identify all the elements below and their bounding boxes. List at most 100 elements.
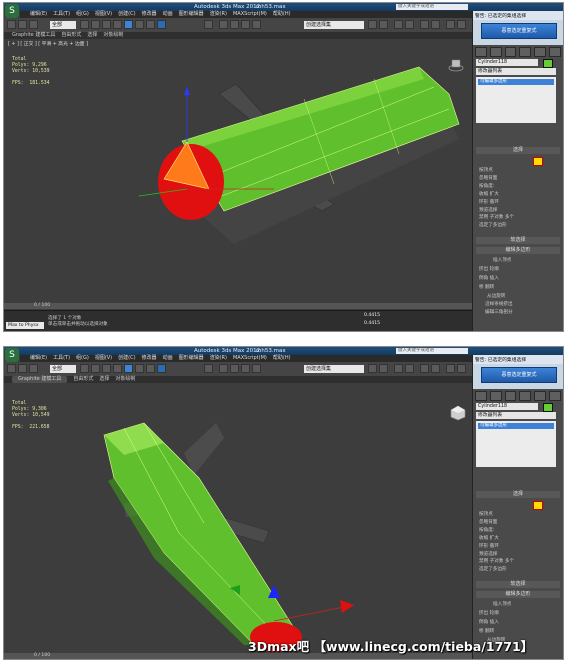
scale-icon[interactable] xyxy=(146,20,155,29)
redo-icon[interactable] xyxy=(18,364,27,373)
redo-icon[interactable] xyxy=(18,20,27,29)
material-editor-icon[interactable] xyxy=(446,20,455,29)
preview-options[interactable]: 禁用 子对象 多个 xyxy=(479,558,514,564)
menu-item[interactable]: 视图(V) xyxy=(95,355,112,362)
select-object-icon[interactable] xyxy=(80,20,89,29)
material-editor-icon[interactable] xyxy=(446,364,455,373)
motion-tab-icon[interactable] xyxy=(519,391,532,401)
edit-triangulation-button[interactable]: 编辑三角剖分 xyxy=(485,309,513,315)
ribbon-tab[interactable]: 自由形式 xyxy=(73,376,93,383)
undo-icon[interactable] xyxy=(7,20,16,29)
angle-snap-icon[interactable] xyxy=(230,20,239,29)
layer-icon[interactable] xyxy=(394,364,403,373)
hinge-button[interactable]: 从边旋转 xyxy=(487,293,505,299)
graphite-icon[interactable] xyxy=(405,20,414,29)
window-crossing-icon[interactable] xyxy=(113,20,122,29)
ribbon-tab[interactable]: 自由形式 xyxy=(61,32,81,39)
modify-tab-icon[interactable] xyxy=(489,47,502,57)
menu-item[interactable]: 图形编辑器 xyxy=(179,355,204,362)
polygon-mode-icon[interactable] xyxy=(533,157,543,166)
menu-item[interactable]: 动画 xyxy=(163,11,173,18)
create-tab-icon[interactable] xyxy=(475,47,487,57)
undo-icon[interactable] xyxy=(7,364,16,373)
menu-item[interactable]: 编辑(E) xyxy=(30,11,47,18)
hierarchy-tab-icon[interactable] xyxy=(504,47,517,57)
schematic-icon[interactable] xyxy=(431,20,440,29)
curve-editor-icon[interactable] xyxy=(420,20,429,29)
modify-tab-icon[interactable] xyxy=(489,391,502,401)
bevel-inset-buttons[interactable]: 倒角 插入 xyxy=(479,275,499,281)
menu-item[interactable]: 修改器 xyxy=(142,11,157,18)
ribbon-tab[interactable]: 选择 xyxy=(99,376,109,383)
ribbon-tab[interactable]: 选择 xyxy=(87,32,97,39)
menu-item[interactable]: 动画 xyxy=(163,355,173,362)
polygon-mode-icon[interactable] xyxy=(533,501,543,510)
ribbon-tab[interactable]: 对象绘制 xyxy=(103,32,123,39)
select-by-name-icon[interactable] xyxy=(91,20,100,29)
insert-vertex-button[interactable]: 插入顶点 xyxy=(493,257,511,263)
extrude-outline-buttons[interactable]: 挤出 轮廓 xyxy=(479,610,499,616)
rotate-icon[interactable] xyxy=(135,20,144,29)
maxscript-listener[interactable]: Max to Physx xyxy=(6,322,44,329)
modifier-list-dropdown[interactable]: 修改器列表 xyxy=(476,68,556,75)
snap-icon[interactable] xyxy=(219,364,228,373)
object-name-field[interactable]: Cylinder118 xyxy=(476,403,538,410)
ring-loop-buttons[interactable]: 环形 循环 xyxy=(479,543,499,549)
angle-snap-icon[interactable] xyxy=(230,364,239,373)
ring-loop-buttons[interactable]: 环形 循环 xyxy=(479,199,499,205)
selection-filter-dropdown[interactable]: 全部 xyxy=(50,21,76,29)
menu-item[interactable]: 组(G) xyxy=(76,355,89,362)
search-input[interactable]: 键入关键字或短语 xyxy=(396,4,468,10)
motion-tab-icon[interactable] xyxy=(519,47,532,57)
curve-editor-icon[interactable] xyxy=(420,364,429,373)
render-setup-icon[interactable] xyxy=(457,20,466,29)
align-icon[interactable] xyxy=(379,364,388,373)
by-vertex-option[interactable]: 按顶点 xyxy=(479,167,493,173)
spinner-snap-icon[interactable] xyxy=(252,20,261,29)
stack-item[interactable]: 可编辑多边形 xyxy=(478,423,554,429)
section-soft-selection[interactable]: 软选择 xyxy=(476,237,560,244)
graphite-icon[interactable] xyxy=(405,364,414,373)
snap-icon[interactable] xyxy=(219,20,228,29)
link-icon[interactable] xyxy=(29,364,38,373)
ignore-backface-option[interactable]: 忽略背面 xyxy=(479,519,497,525)
app-menu-icon[interactable]: S xyxy=(5,348,19,362)
layer-icon[interactable] xyxy=(394,20,403,29)
menu-item[interactable]: MAXScript(M) xyxy=(233,11,267,18)
by-angle-option[interactable]: 按角度: xyxy=(479,527,494,533)
ribbon-tab[interactable]: 对象绘制 xyxy=(115,376,135,383)
utilities-tab-icon[interactable] xyxy=(549,391,561,401)
by-angle-option[interactable]: 按角度: xyxy=(479,183,494,189)
percent-snap-icon[interactable] xyxy=(241,364,250,373)
insert-vertex-button[interactable]: 插入顶点 xyxy=(493,601,511,607)
preview-options[interactable]: 禁用 子对象 多个 xyxy=(479,214,514,220)
rect-selection-icon[interactable] xyxy=(102,20,111,29)
by-vertex-option[interactable]: 按顶点 xyxy=(479,511,493,517)
menu-item[interactable]: 视图(V) xyxy=(95,11,112,18)
dialog-button[interactable]: 恶意选定重复式 xyxy=(481,23,557,39)
object-name-field[interactable]: Cylinder118 xyxy=(476,59,538,66)
move-icon[interactable] xyxy=(124,20,133,29)
select-by-name-icon[interactable] xyxy=(91,364,100,373)
menu-item[interactable]: 组(G) xyxy=(76,11,89,18)
render-setup-icon[interactable] xyxy=(457,364,466,373)
select-object-icon[interactable] xyxy=(80,364,89,373)
menu-item[interactable]: 渲染(R) xyxy=(210,11,227,18)
search-input[interactable]: 键入关键字或短语 xyxy=(396,348,468,354)
display-tab-icon[interactable] xyxy=(534,47,547,57)
ignore-backface-option[interactable]: 忽略背面 xyxy=(479,175,497,181)
percent-snap-icon[interactable] xyxy=(241,20,250,29)
section-selection[interactable]: 选择 xyxy=(476,491,560,498)
model-render[interactable] xyxy=(4,39,474,303)
move-icon[interactable] xyxy=(124,364,133,373)
menu-item[interactable]: 创建(C) xyxy=(118,11,135,18)
hierarchy-tab-icon[interactable] xyxy=(504,391,517,401)
app-menu-icon[interactable]: S xyxy=(5,4,19,18)
menu-item[interactable]: 创建(C) xyxy=(118,355,135,362)
link-icon[interactable] xyxy=(29,20,38,29)
view-dropdown-icon[interactable] xyxy=(157,20,166,29)
perspective-viewport[interactable]: Total Polys: 9,306 Verts: 10,549 FPS: 22… xyxy=(4,383,472,653)
window-crossing-icon[interactable] xyxy=(113,364,122,373)
object-color-swatch[interactable] xyxy=(543,59,553,68)
menu-item[interactable]: 工具(T) xyxy=(53,355,70,362)
